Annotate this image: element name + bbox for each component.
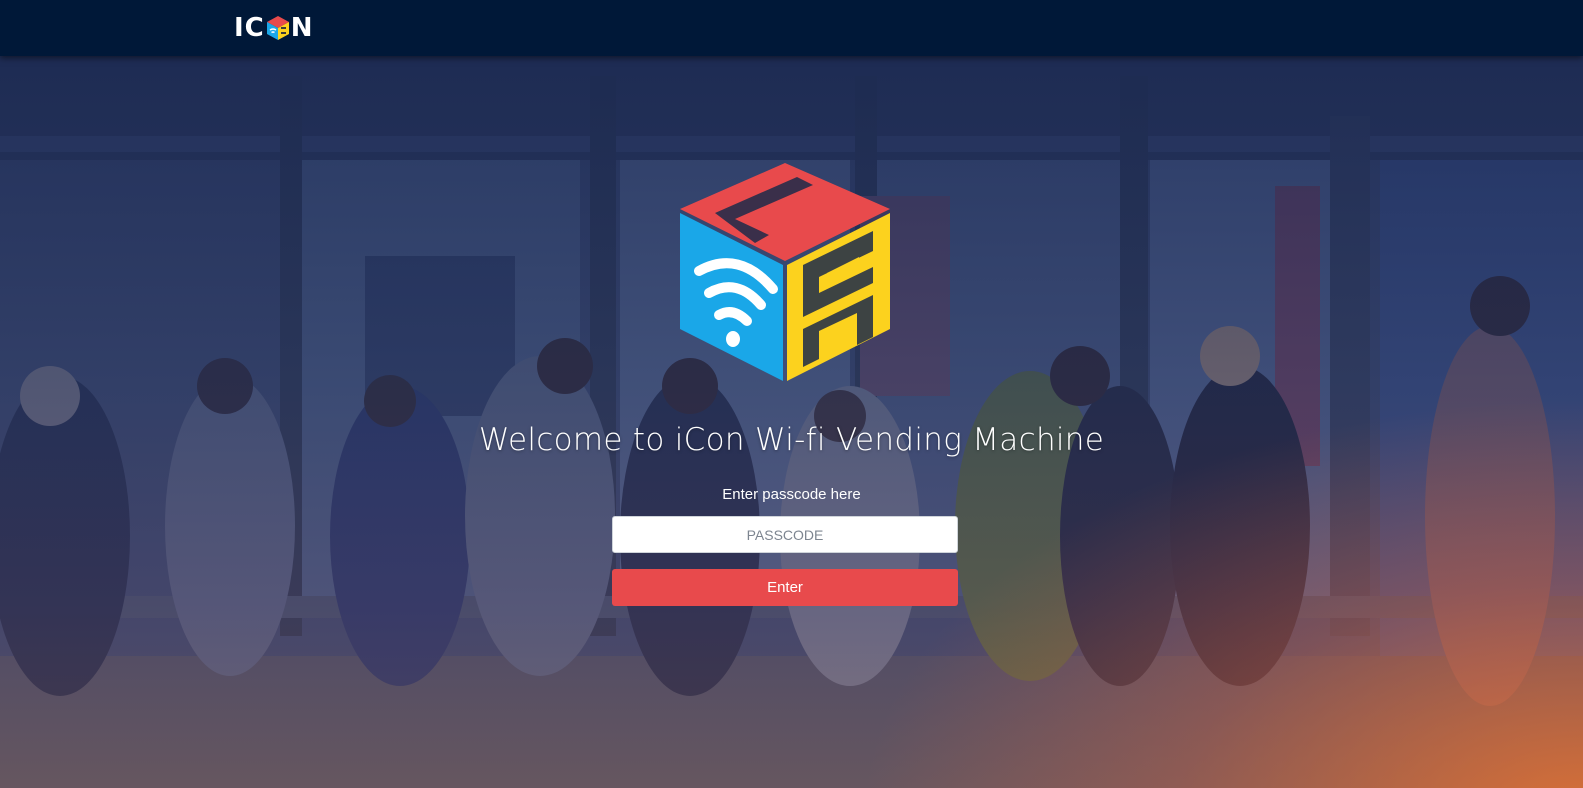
login-panel: Welcome to iCon Wi-fi Vending Machine En…: [0, 56, 1583, 788]
welcome-heading: Welcome to iCon Wi-fi Vending Machine: [478, 422, 1105, 458]
passcode-input[interactable]: [612, 516, 958, 553]
enter-button[interactable]: Enter: [612, 569, 958, 606]
icon-cube-logo: [680, 163, 890, 381]
passcode-label: Enter passcode here: [722, 486, 861, 503]
hero-section: Welcome to iCon Wi-fi Vending Machine En…: [0, 56, 1583, 788]
nav-cube-icon: [266, 16, 289, 40]
top-navbar: IC N: [0, 0, 1583, 56]
nav-logo-text-right: N: [290, 13, 314, 43]
nav-logo-text-left: IC: [234, 13, 265, 43]
nav-brand-logo[interactable]: IC N: [234, 12, 314, 44]
